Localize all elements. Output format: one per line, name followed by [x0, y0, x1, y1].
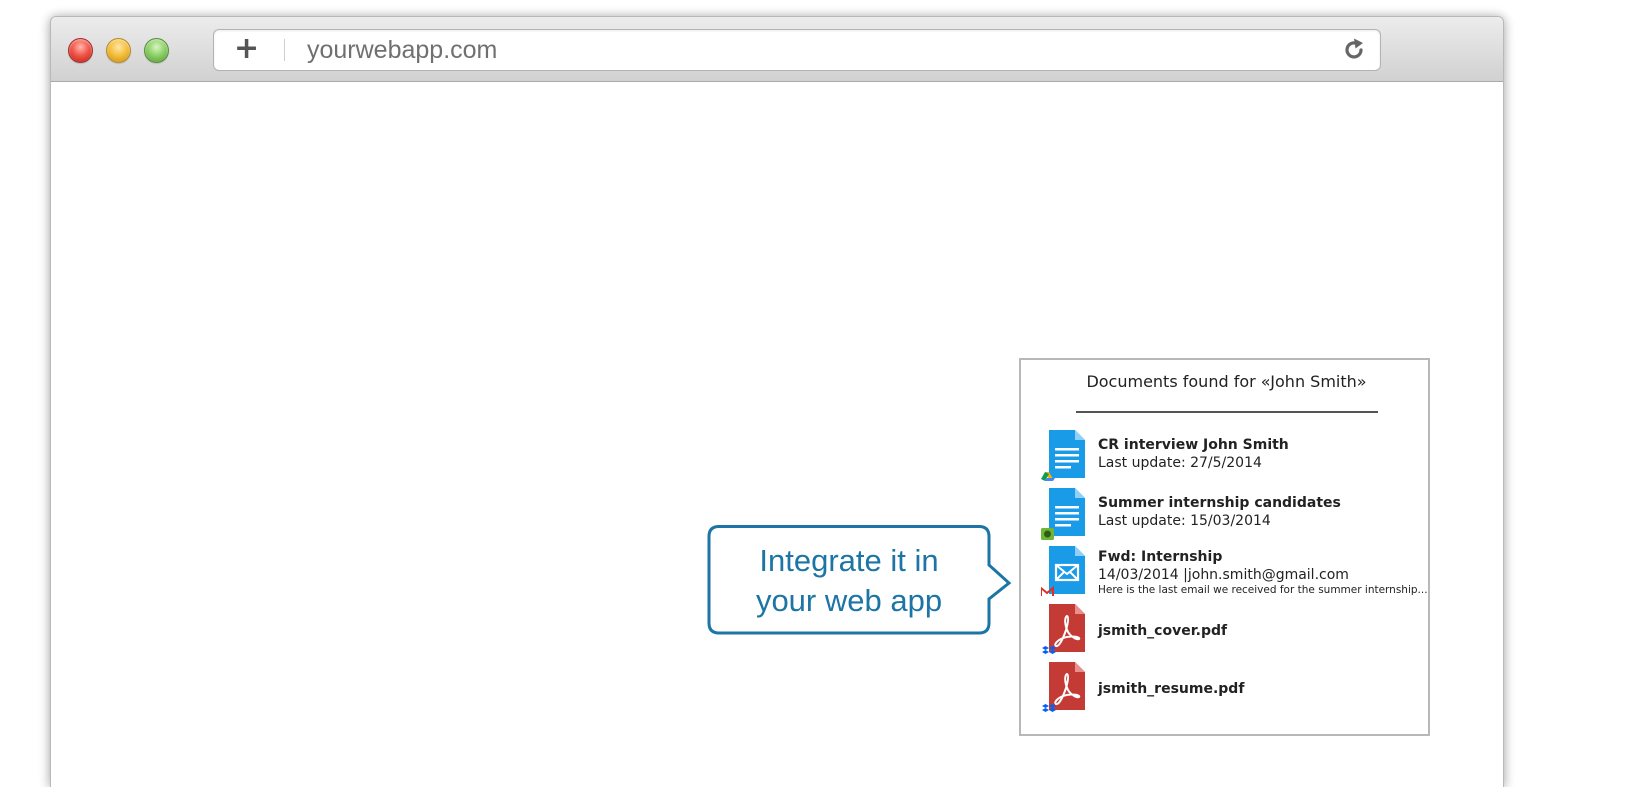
document-icon	[1041, 488, 1085, 540]
callout-line-2: your web app	[755, 583, 943, 618]
reload-icon[interactable]	[1342, 38, 1366, 62]
address-bar-divider	[284, 39, 285, 61]
pdf-filename: jsmith_cover.pdf	[1098, 623, 1228, 639]
panel-title: Documents found for «John Smith»	[1086, 372, 1367, 391]
document-subtitle: Last update: 27/5/2014	[1098, 455, 1262, 471]
pdf-item[interactable]: jsmith_resume.pdf	[1041, 662, 1426, 714]
callout-line-1: Integrate it in	[759, 543, 939, 578]
browser-toolbar: + yourwebapp.com	[51, 17, 1503, 82]
document-subtitle: Last update: 15/03/2014	[1098, 513, 1271, 529]
pdf-icon	[1042, 662, 1085, 712]
document-title: CR interview John Smith	[1098, 437, 1289, 453]
document-icon	[1041, 430, 1085, 481]
document-item[interactable]: Summer internship candidates Last update…	[1041, 488, 1426, 540]
email-icon	[1041, 546, 1085, 596]
address-bar[interactable]: + yourwebapp.com	[213, 29, 1381, 71]
close-window-button[interactable]	[68, 38, 93, 63]
url-text[interactable]: yourwebapp.com	[307, 34, 497, 66]
evernote-icon	[1041, 528, 1054, 540]
callout-text: Integrate it in your web app	[707, 541, 991, 621]
document-item[interactable]: CR interview John Smith Last update: 27/…	[1041, 430, 1426, 482]
document-title: Summer internship candidates	[1098, 495, 1341, 511]
documents-panel: Documents found for «John Smith» CR inte…	[1019, 358, 1430, 736]
pdf-icon	[1042, 604, 1085, 654]
email-snippet: Here is the last email we received for t…	[1098, 584, 1428, 596]
minimize-window-button[interactable]	[106, 38, 131, 63]
email-item[interactable]: Fwd: Internship 14/03/2014 |john.smith@g…	[1041, 546, 1428, 598]
maximize-window-button[interactable]	[144, 38, 169, 63]
pdf-item[interactable]: jsmith_cover.pdf	[1041, 604, 1426, 656]
email-subject: Fwd: Internship	[1098, 549, 1223, 565]
new-tab-plus-icon[interactable]: +	[234, 33, 259, 65]
panel-divider	[1076, 411, 1378, 413]
email-meta: 14/03/2014 |john.smith@gmail.com	[1098, 567, 1349, 583]
integrate-callout: Integrate it in your web app	[707, 525, 1012, 635]
pdf-filename: jsmith_resume.pdf	[1098, 681, 1245, 697]
